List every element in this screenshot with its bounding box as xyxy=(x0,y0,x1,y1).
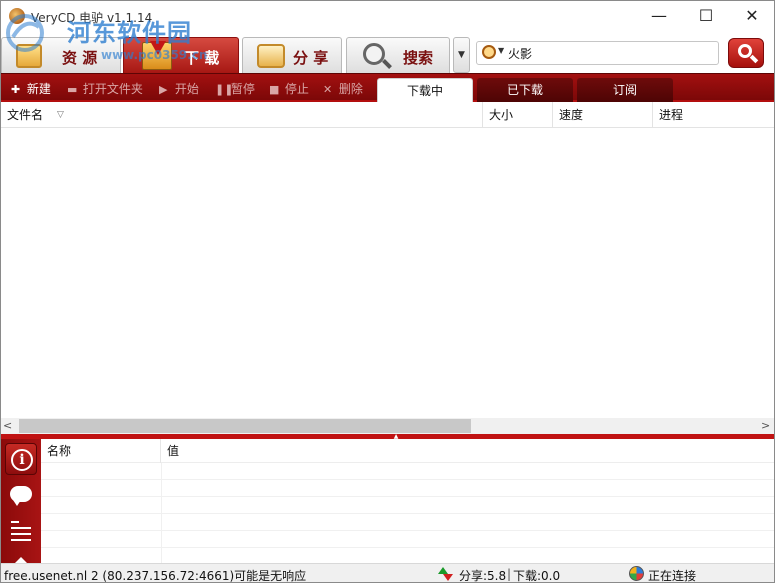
maximize-button[interactable]: ☐ xyxy=(683,1,729,31)
delete-label: 删除 xyxy=(338,82,363,96)
new-button[interactable]: ✚ 新建 xyxy=(11,80,51,97)
table-row xyxy=(41,480,774,497)
column-header-progress[interactable]: 进程 xyxy=(653,102,774,128)
transfer-arrows-icon xyxy=(438,567,453,581)
info-button[interactable]: i xyxy=(5,443,37,475)
column-header-filename[interactable]: 文件名 ▽ xyxy=(1,102,483,128)
table-row xyxy=(41,497,774,514)
column-header-speed[interactable]: 速度 xyxy=(553,102,653,128)
chevron-down-icon[interactable]: ▼ xyxy=(498,46,504,55)
pause-button[interactable]: ❚❚ 暂停 xyxy=(215,80,255,97)
start-label: 开始 xyxy=(174,82,199,96)
delete-button[interactable]: ✕ 删除 xyxy=(323,80,363,97)
stop-label: 停止 xyxy=(284,82,309,96)
table-row xyxy=(41,514,774,531)
open-folder-label: 打开文件夹 xyxy=(82,82,143,96)
open-folder-button[interactable]: ▬ 打开文件夹 xyxy=(67,80,143,97)
minimize-button[interactable]: — xyxy=(636,1,682,31)
share-box-icon xyxy=(257,44,285,68)
column-filename-label: 文件名 xyxy=(7,108,44,122)
table-row xyxy=(41,531,774,548)
tab-downloaded[interactable]: 已下载 xyxy=(477,78,573,103)
scrollbar-thumb[interactable] xyxy=(19,419,471,433)
column-header-value[interactable]: 值 xyxy=(161,439,774,463)
server-status-text: free.usenet.nl 2 (80.237.156.72:4661)可能是… xyxy=(4,569,307,583)
search-box: ▼ xyxy=(476,41,719,65)
download-speed-text: 下载:0.0 xyxy=(513,569,561,583)
scroll-left-arrow-icon[interactable]: < xyxy=(3,419,12,432)
plus-icon: ✚ xyxy=(11,83,21,96)
share-speed-text: 分享:5.8 xyxy=(459,569,507,583)
pause-label: 暂停 xyxy=(230,82,255,96)
tab-menu-dropdown[interactable]: ▼ xyxy=(453,37,470,73)
connection-status-text: 正在连接 xyxy=(648,569,697,583)
search-type-icon[interactable] xyxy=(482,45,496,59)
scroll-right-arrow-icon[interactable]: > xyxy=(761,419,770,432)
network-connection-icon xyxy=(629,566,644,581)
app-window: VeryCD 电驴 v1.1.14 — ☐ ✕ 资 源 下 载 分 享 搜索 ▼… xyxy=(0,0,775,583)
watermark-text: 河东软件园 xyxy=(67,18,192,47)
download-toolbar: ✚ 新建 ▬ 打开文件夹 ▶ 开始 ❚❚ 暂停 ■ 停止 ✕ 删除 下载中 已下… xyxy=(1,73,774,104)
comments-button[interactable] xyxy=(5,479,37,511)
watermark-logo-icon xyxy=(6,14,44,52)
play-icon: ▶ xyxy=(159,83,168,96)
new-button-label: 新建 xyxy=(26,82,51,96)
search-input[interactable] xyxy=(508,44,713,62)
status-separator: | xyxy=(507,567,512,581)
sort-arrow-icon: ▽ xyxy=(57,110,64,120)
tab-resources-label: 资 源 xyxy=(62,49,98,67)
horizontal-scrollbar[interactable]: < > xyxy=(1,418,774,434)
stop-button[interactable]: ■ 停止 xyxy=(269,80,309,97)
list-icon xyxy=(11,521,19,523)
stop-icon: ■ xyxy=(269,83,280,96)
magnifier-icon xyxy=(363,43,392,69)
tab-downloading[interactable]: 下载中 xyxy=(377,78,473,104)
tab-share-label: 分 享 xyxy=(293,49,329,67)
column-header-name[interactable]: 名称 xyxy=(41,439,161,463)
folder-icon: ▬ xyxy=(67,83,78,96)
start-button[interactable]: ▶ 开始 xyxy=(159,80,199,97)
status-bar: free.usenet.nl 2 (80.237.156.72:4661)可能是… xyxy=(1,563,774,583)
watermark-url: www.pc0359.cn xyxy=(101,48,208,62)
search-button[interactable] xyxy=(728,38,764,68)
tab-share[interactable]: 分 享 xyxy=(242,37,342,73)
detail-property-table: 名称 值 xyxy=(41,439,774,565)
property-table-header: 名称 值 xyxy=(41,439,774,463)
detail-side-bar: i xyxy=(1,439,41,564)
tab-search[interactable]: 搜索 xyxy=(346,37,450,73)
tab-search-label: 搜索 xyxy=(403,49,434,67)
column-header-size[interactable]: 大小 xyxy=(483,102,553,128)
table-row xyxy=(41,463,774,480)
file-list-button[interactable] xyxy=(5,515,37,547)
pause-icon: ❚❚ xyxy=(215,83,234,96)
tab-subscribe[interactable]: 订阅 xyxy=(577,78,673,103)
close-button[interactable]: ✕ xyxy=(729,1,774,31)
file-list-header: 文件名 ▽ 大小 速度 进程 xyxy=(1,102,774,128)
delete-icon: ✕ xyxy=(323,83,333,96)
info-icon: i xyxy=(11,449,33,471)
